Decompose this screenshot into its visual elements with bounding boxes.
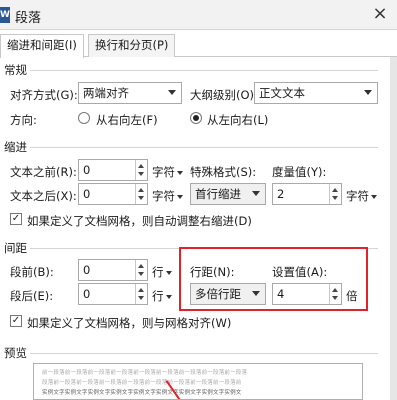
preview-text-row: 段落前一段落前一段落前一段落前一段落前一段落前一段落前一段落前一段落前 [42,380,242,386]
snap-grid-label: 如果定义了文档网格，则与网格对齐(W) [27,316,232,330]
section-preview-title: 预览 [4,346,27,360]
section-divider [30,70,378,71]
section-spacing-title: 间距 [4,241,27,255]
chevron-down-icon [168,90,176,95]
chevron-down-icon [177,194,183,199]
measure-unit[interactable]: 字符 [346,188,377,204]
tab-indent-spacing[interactable]: 缩进和间距(I) [0,34,84,58]
unit-text: 字符 [152,165,175,179]
unit-text: 行 [152,289,164,303]
indent-after-value: 0 [83,187,91,201]
tab-line-page-breaks[interactable]: 换行和分页(P) [88,34,176,57]
title-bar: W 段落 × [0,0,397,30]
spin-down-icon[interactable] [332,196,338,200]
spin-down-icon[interactable] [138,172,144,176]
spin-up-icon[interactable] [138,188,144,192]
ltr-radio[interactable] [190,112,202,124]
chevron-down-icon [364,90,372,95]
ltr-label: 从左向右(L) [207,113,269,127]
spin-buttons [135,160,147,180]
space-after-unit[interactable]: 行 [152,288,172,304]
spin-buttons [329,184,341,204]
preview-pane: 前一段落前一段落前一段落前一段落前一段落前一段落前一段落前一段落前一段落 段落前… [33,363,363,400]
unit-text: 字符 [346,189,369,203]
preview-text-row: 实例文字实例文字实例文字实例文字实例文字实例文字实例文字实例文字实例文 [42,390,242,396]
spin-down-icon[interactable] [138,196,144,200]
preview-text-row: 前一段落前一段落前一段落前一段落前一段落前一段落前一段落前一段落前一段落 [42,370,248,376]
rtl-label: 从右向左(F) [96,113,158,127]
tab-strip: 缩进和间距(I) 换行和分页(P) [0,30,397,58]
check-icon: ✓ [11,315,21,326]
auto-adjust-label: 如果定义了文档网格，则自动调整右缩进(D) [27,214,252,228]
outline-level-label: 大纲级别(O): [190,88,258,102]
indent-before-value: 0 [83,163,91,177]
unit-text: 行 [152,265,164,279]
auto-adjust-checkbox[interactable]: ✓ [10,213,22,225]
snap-grid-checkbox[interactable]: ✓ [10,315,22,327]
measure-spinner[interactable]: 2 [272,183,342,205]
space-after-spinner[interactable]: 0 [78,283,148,305]
highlight-annotation [179,247,368,311]
app-icon: W [0,7,10,23]
close-icon[interactable]: × [368,3,392,27]
measure-value: 2 [277,187,285,201]
outline-level-select[interactable]: 正文文本 [254,82,378,104]
space-after-value: 0 [83,287,91,301]
section-divider [30,353,378,354]
unit-text: 字符 [152,189,175,203]
indent-before-spinner[interactable]: 0 [78,159,148,181]
section-divider [30,147,378,148]
space-before-unit[interactable]: 行 [152,264,172,280]
special-format-select[interactable]: 首行缩进 [190,183,266,205]
spin-up-icon[interactable] [138,288,144,292]
spin-up-icon[interactable] [138,164,144,168]
special-format-label: 特殊格式(S): [190,165,257,179]
rtl-radio[interactable] [78,112,90,124]
chevron-down-icon [177,170,183,175]
spin-down-icon[interactable] [138,272,144,276]
spin-buttons [135,184,147,204]
chevron-down-icon [252,191,260,196]
chevron-down-icon [371,194,377,199]
spin-buttons [135,284,147,304]
special-format-value: 首行缩进 [195,187,241,201]
chevron-down-icon [165,270,172,275]
spin-buttons [135,260,147,280]
section-indent-title: 缩进 [4,140,27,154]
indent-before-unit[interactable]: 字符 [152,164,183,180]
section-general-title: 常规 [4,63,27,77]
measure-label: 度量值(Y): [272,165,327,179]
outline-level-value: 正文文本 [259,86,305,100]
indent-before-label: 文本之前(R): [10,165,77,179]
chevron-down-icon [165,294,172,299]
spin-up-icon[interactable] [332,188,338,192]
spin-up-icon[interactable] [138,264,144,268]
alignment-label: 对齐方式(G): [10,88,78,102]
indent-after-unit[interactable]: 字符 [152,188,183,204]
check-icon: ✓ [11,213,21,224]
scrollbar[interactable] [390,57,397,400]
alignment-select[interactable]: 两端对齐 [78,82,182,104]
indent-after-label: 文本之后(X): [10,189,77,203]
direction-label: 方向: [10,113,37,127]
indent-after-spinner[interactable]: 0 [78,183,148,205]
space-before-spinner[interactable]: 0 [78,259,148,281]
alignment-value: 两端对齐 [83,86,129,100]
dialog-title: 段落 [15,11,42,26]
space-before-label: 段前(B): [10,265,54,279]
spin-down-icon[interactable] [138,296,144,300]
space-after-label: 段后(E): [10,289,54,303]
space-before-value: 0 [83,263,91,277]
